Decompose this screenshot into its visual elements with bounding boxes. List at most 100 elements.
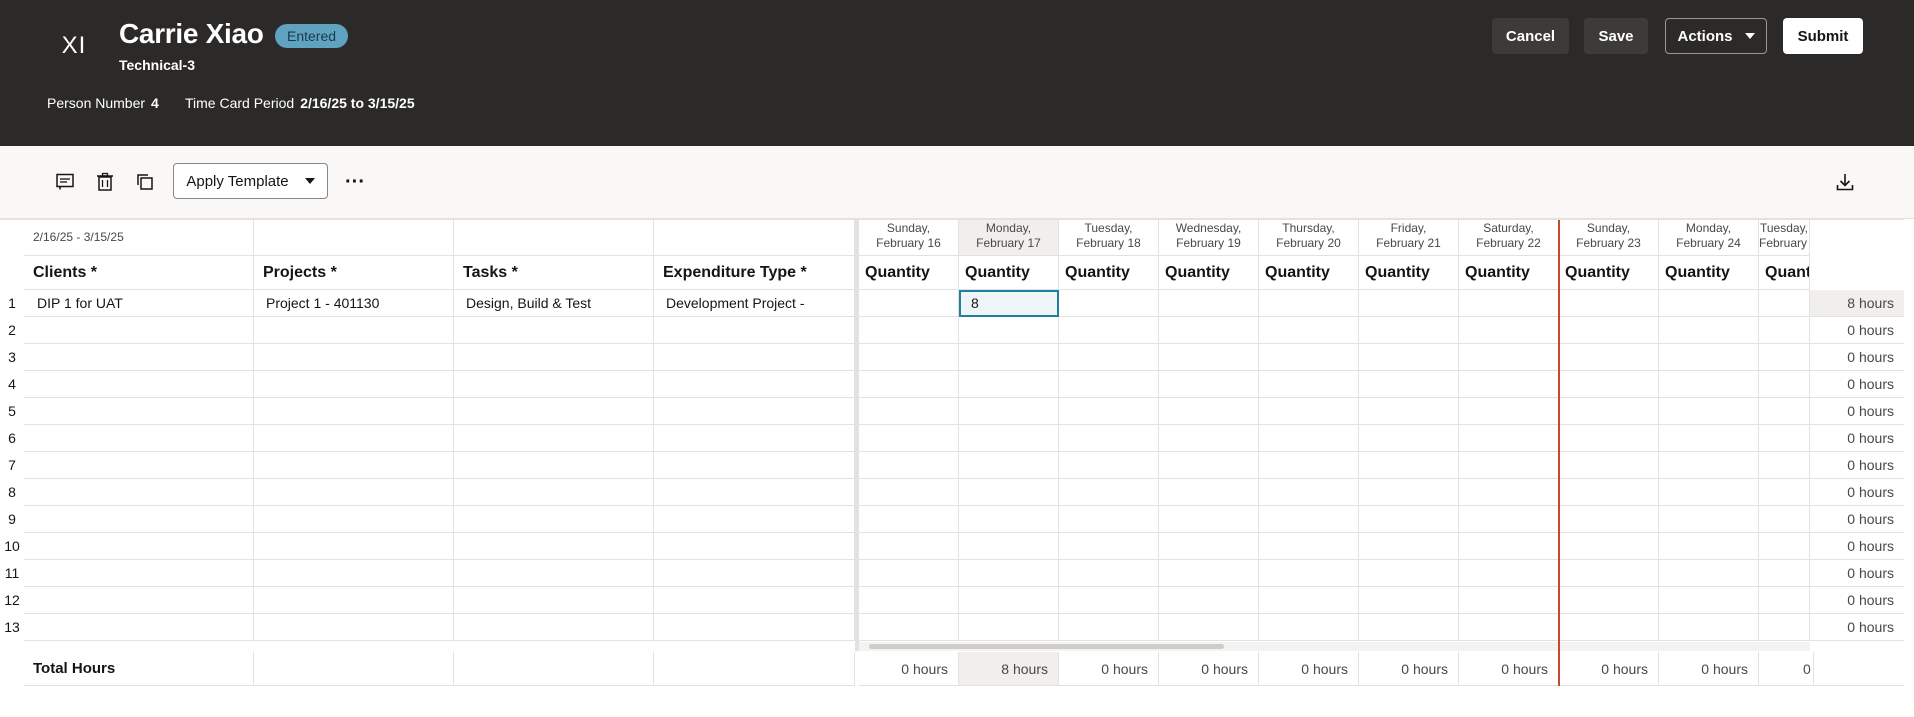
quantity-cell[interactable] (1059, 533, 1159, 560)
quantity-cell[interactable] (1359, 560, 1459, 587)
quantity-cell[interactable] (959, 533, 1059, 560)
client-cell[interactable] (24, 506, 254, 533)
project-cell[interactable] (254, 317, 454, 344)
quantity-cell[interactable] (1159, 614, 1259, 641)
task-cell[interactable] (454, 452, 654, 479)
quantity-cell[interactable] (1259, 587, 1359, 614)
project-cell[interactable] (254, 452, 454, 479)
quantity-cell[interactable] (1559, 614, 1659, 641)
quantity-cell[interactable] (1659, 560, 1759, 587)
client-cell[interactable] (24, 587, 254, 614)
quantity-cell[interactable] (1359, 290, 1459, 317)
task-cell[interactable] (454, 560, 654, 587)
quantity-cell[interactable] (1459, 533, 1559, 560)
quantity-cell[interactable] (859, 344, 959, 371)
quantity-cell[interactable] (1259, 344, 1359, 371)
quantity-cell[interactable] (1659, 452, 1759, 479)
client-cell[interactable] (24, 425, 254, 452)
quantity-cell[interactable] (1259, 425, 1359, 452)
quantity-cell[interactable] (1259, 371, 1359, 398)
expenditure-type-cell[interactable] (654, 560, 855, 587)
project-cell[interactable] (254, 371, 454, 398)
quantity-cell[interactable] (1559, 317, 1659, 344)
quantity-cell[interactable] (1759, 344, 1810, 371)
save-button[interactable]: Save (1584, 18, 1648, 54)
quantity-cell[interactable] (859, 371, 959, 398)
quantity-cell[interactable] (1059, 425, 1159, 452)
quantity-cell[interactable] (1759, 371, 1810, 398)
quantity-cell[interactable] (859, 506, 959, 533)
quantity-cell[interactable] (1159, 398, 1259, 425)
submit-button[interactable]: Submit (1783, 18, 1863, 54)
task-cell[interactable] (454, 533, 654, 560)
quantity-cell[interactable] (1559, 344, 1659, 371)
quantity-cell[interactable] (1059, 452, 1159, 479)
more-icon[interactable]: ··· (341, 168, 369, 196)
quantity-cell[interactable] (1659, 587, 1759, 614)
quantity-cell[interactable] (1559, 533, 1659, 560)
quantity-cell[interactable] (1559, 479, 1659, 506)
task-cell[interactable] (454, 398, 654, 425)
cancel-button[interactable]: Cancel (1492, 18, 1569, 54)
quantity-cell[interactable] (1659, 425, 1759, 452)
task-cell[interactable] (454, 425, 654, 452)
quantity-cell[interactable] (1059, 290, 1159, 317)
quantity-cell[interactable] (1459, 506, 1559, 533)
expenditure-type-cell[interactable] (654, 425, 855, 452)
quantity-cell[interactable] (1759, 587, 1810, 614)
project-cell[interactable] (254, 587, 454, 614)
quantity-cell[interactable] (1759, 506, 1810, 533)
quantity-cell[interactable] (959, 506, 1059, 533)
project-cell[interactable] (254, 506, 454, 533)
expenditure-type-cell[interactable] (654, 479, 855, 506)
quantity-cell[interactable] (1459, 425, 1559, 452)
quantity-cell[interactable] (1759, 425, 1810, 452)
quantity-cell[interactable] (859, 317, 959, 344)
quantity-cell[interactable] (1359, 344, 1459, 371)
quantity-cell[interactable] (1159, 317, 1259, 344)
quantity-cell[interactable] (1659, 533, 1759, 560)
client-cell[interactable] (24, 533, 254, 560)
quantity-cell[interactable]: 8 (959, 290, 1059, 317)
quantity-cell[interactable] (1459, 317, 1559, 344)
quantity-cell[interactable] (1159, 425, 1259, 452)
quantity-cell[interactable] (1259, 479, 1359, 506)
quantity-cell[interactable] (1359, 614, 1459, 641)
client-cell[interactable] (24, 452, 254, 479)
quantity-cell[interactable] (959, 560, 1059, 587)
project-cell[interactable] (254, 533, 454, 560)
task-cell[interactable] (454, 506, 654, 533)
quantity-cell[interactable] (1559, 560, 1659, 587)
quantity-cell[interactable] (1259, 533, 1359, 560)
quantity-cell[interactable] (1759, 452, 1810, 479)
project-cell[interactable] (254, 614, 454, 641)
quantity-cell[interactable] (1159, 290, 1259, 317)
project-cell[interactable]: Project 1 - 401130 (254, 290, 454, 317)
quantity-cell[interactable] (959, 425, 1059, 452)
client-cell[interactable] (24, 614, 254, 641)
client-cell[interactable] (24, 398, 254, 425)
quantity-cell[interactable] (859, 614, 959, 641)
quantity-cell[interactable] (1159, 560, 1259, 587)
quantity-cell[interactable] (1659, 479, 1759, 506)
project-cell[interactable] (254, 344, 454, 371)
apply-template-button[interactable]: Apply Template (173, 163, 328, 199)
quantity-cell[interactable] (1359, 317, 1459, 344)
quantity-cell[interactable] (1659, 614, 1759, 641)
quantity-cell[interactable] (1059, 614, 1159, 641)
client-cell[interactable]: DIP 1 for UAT (24, 290, 254, 317)
quantity-cell[interactable] (1359, 371, 1459, 398)
quantity-cell[interactable] (1659, 371, 1759, 398)
quantity-cell[interactable] (1259, 290, 1359, 317)
quantity-cell[interactable] (1359, 506, 1459, 533)
comment-icon[interactable] (51, 168, 79, 196)
duplicate-icon[interactable] (131, 168, 159, 196)
download-icon[interactable] (1831, 168, 1859, 196)
quantity-cell[interactable] (1059, 587, 1159, 614)
quantity-cell[interactable] (1059, 398, 1159, 425)
quantity-cell[interactable] (1659, 398, 1759, 425)
expenditure-type-cell[interactable] (654, 533, 855, 560)
quantity-cell[interactable] (1659, 290, 1759, 317)
quantity-cell[interactable] (1659, 344, 1759, 371)
quantity-cell[interactable] (1259, 452, 1359, 479)
